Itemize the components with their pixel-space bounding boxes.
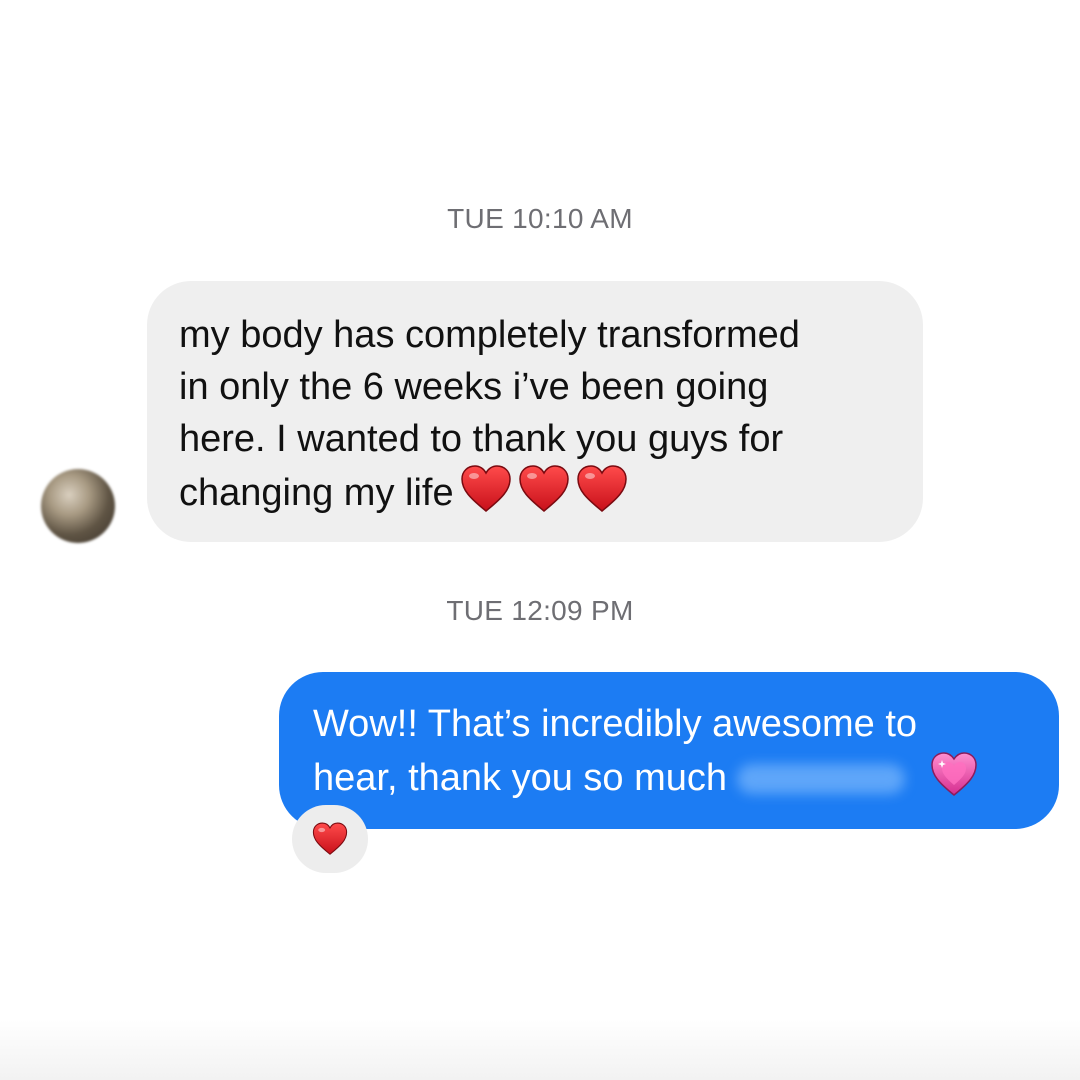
outgoing-message-bubble[interactable]: Wow!! That’s incredibly awesome to hear,… <box>279 672 1059 829</box>
red-heart-icon <box>576 465 627 512</box>
timestamp: TUE 12:09 PM <box>446 595 634 626</box>
reaction-badge[interactable] <box>292 805 368 873</box>
red-heart-icon <box>460 465 511 512</box>
message-line: my body has completely transformed <box>179 314 800 356</box>
bottom-edge <box>0 1020 1080 1080</box>
message-line-last: hear, thank you so much <box>313 750 1029 804</box>
red-heart-icon <box>518 465 569 512</box>
avatar[interactable] <box>41 469 115 543</box>
message-line: here. I wanted to thank you guys for <box>179 418 784 460</box>
redacted-name <box>737 764 906 794</box>
red-heart-icon <box>312 822 348 855</box>
sparkling-pink-heart-icon <box>931 752 977 796</box>
incoming-message-bubble[interactable]: my body has completely transformed in on… <box>147 281 923 542</box>
message-line: Wow!! That’s incredibly awesome to <box>313 703 918 745</box>
timestamp: TUE 10:10 AM <box>447 203 633 234</box>
message-line: in only the 6 weeks i’ve been going <box>179 366 769 408</box>
message-line-last: changing my life <box>179 465 893 519</box>
